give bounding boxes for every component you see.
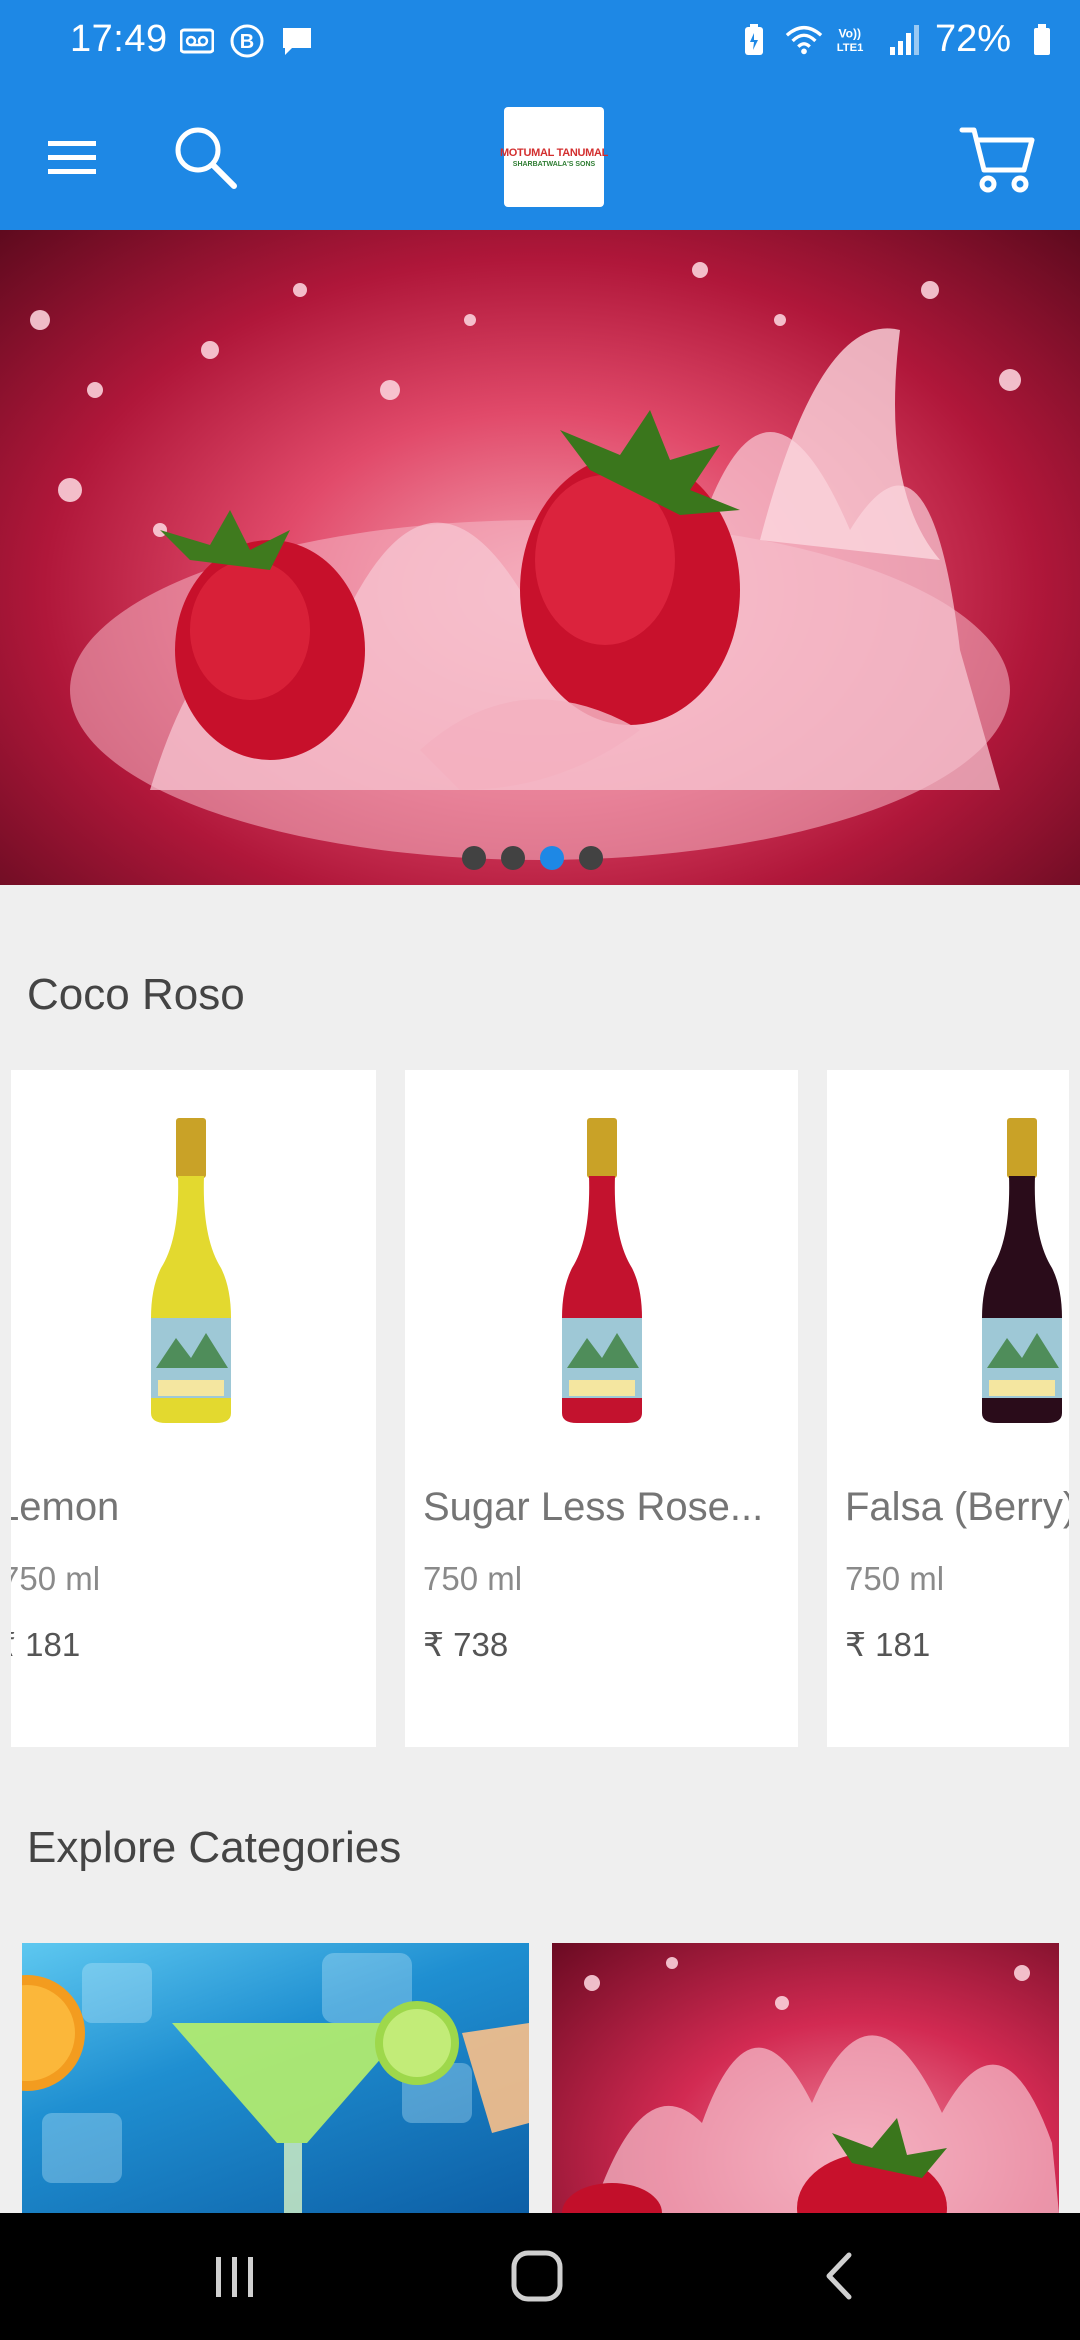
product-price: ₹ 181 [845,1626,931,1663]
product-name: Lemon [11,1485,120,1529]
system-nav-bar [0,2213,1080,2340]
volte-icon: Vo)) LTE1 [835,21,873,59]
product-price: ₹ 181 [11,1626,81,1663]
battery-saver-icon [735,21,773,59]
wifi-icon [785,21,823,59]
voicemail-icon [178,22,216,60]
app-bar: MOTUMAL TANUMAL SHARBATWALA'S SONS [0,84,1080,230]
status-bar: 17:49 B Vo)) LTE1 72% [0,0,1080,84]
search-icon[interactable] [170,122,240,192]
product-card[interactable]: Sugar Less Rose... 750 ml ₹ 738 [405,1070,798,1747]
status-time: 17:49 [70,18,168,60]
drinks-category-image[interactable] [22,1943,529,2213]
menu-icon[interactable] [44,129,100,185]
product-image [151,1118,231,1423]
signal-icon [885,21,923,59]
categories-section-title: Explore Categories [27,1823,402,1872]
product-name: Sugar Less Rose... [423,1485,764,1529]
carousel-dot-active[interactable] [540,846,564,870]
logo-name: MOTUMAL TANUMAL [499,146,609,159]
strawberry-splash-image [30,262,1021,860]
svg-text:Vo)): Vo)) [838,26,861,40]
back-icon[interactable] [805,2241,875,2311]
product-image [982,1118,1062,1423]
battery-icon [1023,21,1061,59]
product-price: ₹ 738 [423,1626,509,1663]
brand-logo[interactable]: MOTUMAL TANUMAL SHARBATWALA'S SONS [500,107,608,207]
product-name: Falsa (Berry) [845,1485,1069,1529]
products-section-title: Coco Roso [27,970,245,1019]
carousel-dot[interactable] [501,846,525,870]
product-card[interactable]: Lemon 750 ml ₹ 181 [11,1070,376,1747]
banner-carousel[interactable] [0,230,1080,885]
recent-apps-icon[interactable] [200,2241,270,2311]
home-icon[interactable] [502,2241,572,2311]
product-card[interactable]: Falsa (Berry) 750 ml ₹ 181 [827,1070,1069,1747]
cart-icon[interactable] [958,118,1038,198]
carousel-dot[interactable] [462,846,486,870]
battery-percentage: 72% [935,18,1012,60]
strawberry-category-image[interactable] [552,1943,1059,2213]
svg-text:LTE1: LTE1 [837,42,864,54]
logo-subtitle: SHARBATWALA'S SONS [512,160,596,168]
product-size: 750 ml [423,1560,523,1597]
carousel-indicators [462,846,603,870]
product-size: 750 ml [845,1560,945,1597]
product-size: 750 ml [11,1560,101,1597]
carousel-dot[interactable] [579,846,603,870]
message-icon [278,22,316,60]
svg-text:B: B [240,31,254,53]
b-icon: B [228,22,266,60]
product-image [562,1118,642,1423]
